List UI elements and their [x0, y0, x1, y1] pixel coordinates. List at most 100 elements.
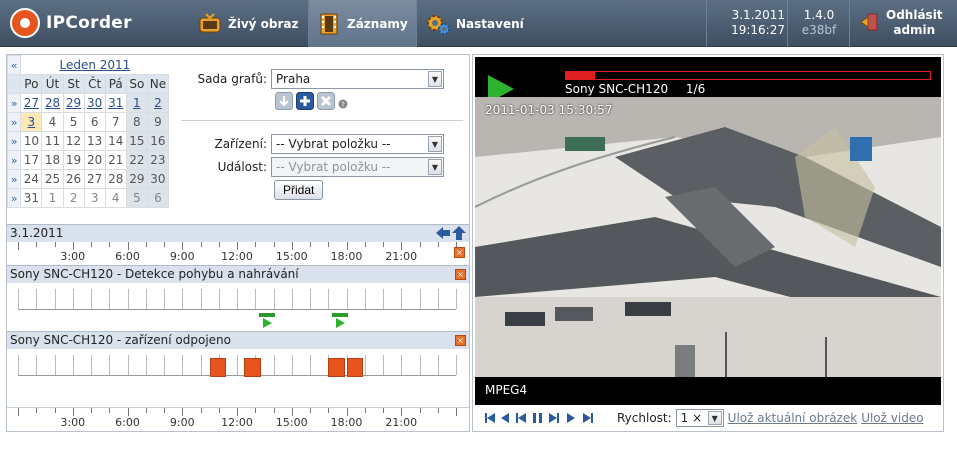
logout-button[interactable]: Odhlásit admin — [860, 8, 957, 38]
motion-event[interactable] — [258, 313, 276, 317]
add-icon[interactable] — [296, 92, 314, 110]
delete-icon[interactable] — [317, 92, 335, 110]
step-forward-icon[interactable] — [567, 413, 575, 423]
calendar-day[interactable]: 5 — [62, 112, 85, 132]
nav-recordings[interactable]: Záznamy — [309, 0, 416, 47]
calendar-day[interactable]: 26 — [62, 169, 85, 189]
calendar-day[interactable]: 4 — [104, 188, 127, 208]
calendar-day[interactable]: 1 — [41, 188, 64, 208]
calendar-day[interactable]: 16 — [146, 131, 170, 151]
week-select-button[interactable]: » — [6, 93, 22, 113]
nav-label: Živý obraz — [228, 16, 299, 31]
calendar-day[interactable]: 31 — [104, 93, 127, 113]
calendar-day[interactable]: 2 — [62, 188, 85, 208]
ruler-tick — [91, 242, 92, 247]
disconnect-event[interactable] — [244, 358, 261, 377]
calendar-day[interactable]: 4 — [41, 112, 64, 132]
calendar-day[interactable]: 27 — [83, 169, 106, 189]
nav-live-view[interactable]: Živý obraz — [190, 0, 306, 47]
calendar-day[interactable]: 7 — [104, 112, 127, 132]
speed-select[interactable]: 1 × ▼ — [675, 409, 724, 427]
video-player[interactable]: Sony SNC-CH120 1/6 2011-01-03 15:30:57 M… — [475, 57, 941, 405]
week-select-button[interactable]: » — [6, 112, 22, 132]
playback-progress[interactable] — [565, 71, 931, 80]
week-select-button[interactable]: » — [6, 150, 22, 170]
logout-icon — [860, 12, 882, 38]
help-icon[interactable]: ? — [338, 99, 348, 109]
disconnect-event[interactable] — [328, 358, 345, 377]
calendar-day[interactable]: 21 — [104, 150, 127, 170]
calendar-day-today[interactable]: 3 — [20, 112, 43, 132]
calendar-day[interactable]: 13 — [83, 131, 106, 151]
current-time: 19:16:27 — [731, 23, 785, 37]
calendar-day[interactable]: 1 — [125, 93, 148, 113]
last-frame-icon[interactable] — [583, 413, 593, 423]
graph-set-select[interactable]: Praha ▼ — [271, 69, 444, 89]
calendar-day[interactable]: 30 — [83, 93, 106, 113]
calendar-day[interactable]: 3 — [83, 188, 106, 208]
add-button[interactable]: Přidat — [274, 180, 324, 200]
first-frame-icon[interactable] — [485, 413, 495, 423]
calendar-day[interactable]: 2 — [146, 93, 170, 113]
calendar-day[interactable]: 20 — [83, 150, 106, 170]
close-icon[interactable]: × — [455, 335, 466, 346]
calendar-day[interactable]: 30 — [146, 169, 170, 189]
calendar-month[interactable]: Leden 2011 — [20, 55, 169, 75]
save-image-link[interactable]: Ulož aktuální obrázek — [728, 411, 858, 425]
calendar-day[interactable]: 15 — [125, 131, 148, 151]
device-select[interactable]: -- Vybrat položku -- ▼ — [271, 134, 444, 154]
calendar-day[interactable]: 29 — [125, 169, 148, 189]
track-gridline — [36, 289, 38, 309]
prev-icon[interactable] — [516, 413, 526, 423]
calendar-day[interactable]: 19 — [62, 150, 85, 170]
track-motion[interactable] — [7, 283, 469, 331]
calendar-day[interactable]: 28 — [41, 93, 64, 113]
calendar-day[interactable]: 25 — [41, 169, 64, 189]
ruler-tick — [200, 242, 202, 247]
calendar-day[interactable]: 6 — [83, 112, 106, 132]
calendar-day[interactable]: 17 — [20, 150, 43, 170]
track-disconnected[interactable] — [7, 349, 469, 397]
prev-month-button[interactable]: « — [6, 55, 22, 75]
nav-settings[interactable]: Nastavení — [418, 0, 532, 47]
calendar-day[interactable]: 9 — [146, 112, 170, 132]
play-event-icon[interactable] — [262, 318, 272, 328]
close-icon[interactable]: × — [455, 269, 466, 280]
calendar-day[interactable]: 10 — [20, 131, 43, 151]
calendar-day[interactable]: 31 — [20, 188, 43, 208]
arrow-left-icon[interactable] — [436, 227, 450, 239]
pause-icon[interactable] — [533, 413, 542, 423]
calendar-week: » 31 1 2 3 4 5 6 — [6, 188, 170, 208]
arrow-up-icon[interactable] — [452, 226, 466, 240]
calendar-day[interactable]: 5 — [125, 188, 148, 208]
week-select-button[interactable]: » — [6, 169, 22, 189]
calendar-day[interactable]: 18 — [41, 150, 64, 170]
event-select[interactable]: -- Vybrat položku -- ▼ — [271, 157, 444, 177]
motion-event[interactable] — [331, 313, 349, 317]
step-back-icon[interactable] — [501, 413, 509, 423]
week-select-button[interactable]: » — [6, 188, 22, 208]
calendar-day[interactable]: 27 — [20, 93, 43, 113]
play-event-icon[interactable] — [335, 318, 345, 328]
calendar-day[interactable]: 29 — [62, 93, 85, 113]
calendar-day[interactable]: 28 — [104, 169, 127, 189]
download-icon[interactable] — [275, 92, 293, 110]
app-logo[interactable]: IPCorder — [10, 8, 132, 38]
next-icon[interactable] — [549, 413, 559, 423]
weekday-label: So — [125, 74, 148, 94]
calendar-day[interactable]: 8 — [125, 112, 148, 132]
disconnect-event[interactable] — [209, 358, 227, 377]
close-icon[interactable]: × — [454, 247, 465, 258]
save-video-link[interactable]: Ulož video — [861, 411, 923, 425]
track-gridline — [456, 355, 457, 375]
playback-controls: Rychlost: 1 × ▼ Ulož aktuální obrázek Ul… — [475, 407, 941, 429]
calendar-day[interactable]: 14 — [104, 131, 127, 151]
calendar-day[interactable]: 22 — [125, 150, 148, 170]
week-select-button[interactable]: » — [6, 131, 22, 151]
calendar-day[interactable]: 6 — [146, 188, 170, 208]
calendar-day[interactable]: 23 — [146, 150, 170, 170]
disconnect-event[interactable] — [346, 358, 363, 377]
calendar-day[interactable]: 12 — [62, 131, 85, 151]
calendar-day[interactable]: 24 — [20, 169, 43, 189]
calendar-day[interactable]: 11 — [41, 131, 64, 151]
